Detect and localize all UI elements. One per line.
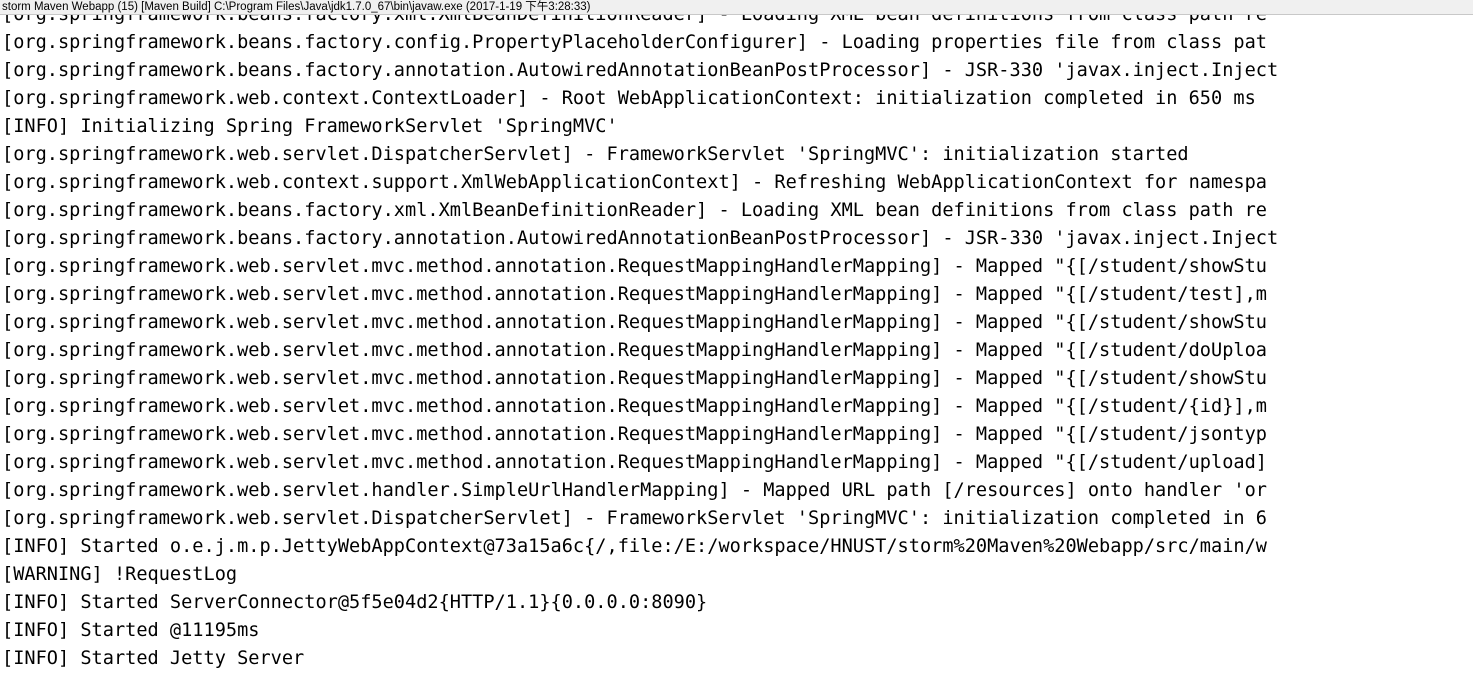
window-title: storm Maven Webapp (15) [Maven Build] C:… — [2, 1, 591, 13]
console-log-line: [org.springframework.web.servlet.mvc.met… — [2, 424, 1267, 445]
console-log-line: [org.springframework.web.servlet.Dispatc… — [2, 144, 1189, 165]
console-log-line: [INFO] Initializing Spring FrameworkServ… — [2, 116, 618, 137]
console-log-line: [org.springframework.web.context.support… — [2, 172, 1267, 193]
console-log-line: [org.springframework.beans.factory.xml.X… — [0, 15, 1473, 29]
console-window: storm Maven Webapp (15) [Maven Build] C:… — [0, 0, 1473, 692]
console-log-line: [org.springframework.beans.factory.annot… — [2, 228, 1279, 249]
console-log-line: [INFO] Started @11195ms — [2, 620, 260, 641]
console-log-line: [INFO] Started o.e.j.m.p.JettyWebAppCont… — [2, 536, 1267, 557]
console-output-panel[interactable]: [org.springframework.beans.factory.xml.X… — [0, 15, 1473, 692]
console-log-line: [org.springframework.web.context.Context… — [2, 88, 1256, 109]
console-log-line: [INFO] Started ServerConnector@5f5e04d2{… — [2, 592, 708, 613]
console-log-line: [org.springframework.beans.factory.annot… — [2, 60, 1279, 81]
console-log-line: [WARNING] !RequestLog — [2, 564, 238, 585]
window-titlebar: storm Maven Webapp (15) [Maven Build] C:… — [0, 0, 1473, 15]
console-log-line: [org.springframework.web.servlet.Dispatc… — [2, 508, 1267, 529]
console-line-list: [org.springframework.beans.factory.xml.X… — [0, 15, 1473, 673]
console-log-line: [org.springframework.web.servlet.mvc.met… — [2, 452, 1267, 473]
console-log-line: [org.springframework.web.servlet.mvc.met… — [2, 256, 1267, 277]
console-log-line: [org.springframework.beans.factory.confi… — [2, 32, 1267, 53]
console-log-line: [org.springframework.web.servlet.handler… — [2, 480, 1267, 501]
console-log-line: [org.springframework.web.servlet.mvc.met… — [2, 396, 1267, 417]
console-log-line: [org.springframework.beans.factory.xml.X… — [2, 200, 1267, 221]
console-log-line: [INFO] Started Jetty Server — [2, 648, 305, 669]
console-log-line: [org.springframework.web.servlet.mvc.met… — [2, 284, 1267, 305]
console-log-line: [org.springframework.web.servlet.mvc.met… — [2, 312, 1267, 333]
console-log-line: [org.springframework.web.servlet.mvc.met… — [2, 368, 1267, 389]
console-log-line: [org.springframework.web.servlet.mvc.met… — [2, 340, 1267, 361]
